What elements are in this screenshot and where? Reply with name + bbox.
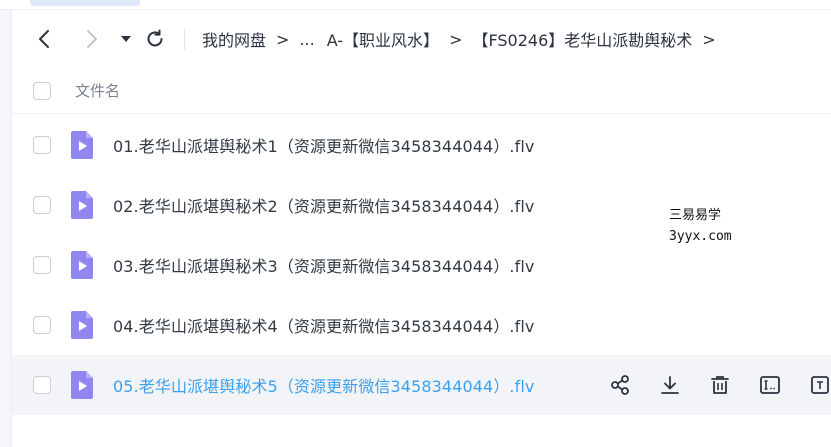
- file-row[interactable]: 01.老华山派堪舆秘术1（资源更新微信3458344044）.flv: [12, 115, 831, 175]
- row-checkbox[interactable]: [33, 256, 51, 274]
- video-file-icon: [71, 371, 93, 399]
- watermark-line-1: 三易易学: [669, 208, 722, 223]
- delete-icon: [711, 376, 729, 394]
- row-checkbox[interactable]: [33, 316, 51, 334]
- file-name[interactable]: 03.老华山派堪舆秘术3（资源更新微信3458344044）.flv: [113, 253, 534, 277]
- share-button[interactable]: [607, 372, 633, 398]
- file-row-hovered[interactable]: 05.老华山派堪舆秘术5（资源更新微信3458344044）.flv: [12, 355, 831, 415]
- breadcrumb-separator: >: [276, 29, 290, 49]
- file-name[interactable]: 02.老华山派堪舆秘术2（资源更新微信3458344044）.flv: [113, 193, 534, 217]
- watermark: 三易易学 3yyx.com: [669, 205, 732, 247]
- file-name[interactable]: 01.老华山派堪舆秘术1（资源更新微信3458344044）.flv: [113, 133, 534, 157]
- refresh-icon: [147, 29, 163, 47]
- more-button[interactable]: [807, 372, 831, 398]
- delete-button[interactable]: [707, 372, 733, 398]
- refresh-button[interactable]: [142, 26, 168, 52]
- row-checkbox[interactable]: [33, 196, 51, 214]
- file-name[interactable]: 05.老华山派堪舆秘术5（资源更新微信3458344044）.flv: [113, 373, 534, 397]
- forward-button[interactable]: [78, 26, 104, 52]
- navigation-bar: 我的网盘 > ... A-【职业风水】 > 【FS0246】老华山派勘舆秘术 >: [12, 10, 831, 68]
- file-list: 01.老华山派堪舆秘术1（资源更新微信3458344044）.flv 02.老华…: [12, 115, 831, 415]
- rename-icon: [760, 376, 780, 394]
- video-file-icon: [71, 131, 93, 159]
- video-file-icon: [71, 251, 93, 279]
- history-dropdown-button[interactable]: [116, 26, 142, 52]
- more-icon: [811, 376, 829, 394]
- window-top-strip: [0, 0, 831, 10]
- back-button[interactable]: [32, 26, 58, 52]
- tab-indicator: [30, 0, 140, 6]
- file-row[interactable]: 04.老华山派堪舆秘术4（资源更新微信3458344044）.flv: [12, 295, 831, 355]
- video-file-icon: [71, 191, 93, 219]
- file-list-header: 文件名: [12, 68, 831, 114]
- chevron-right-icon: [87, 30, 97, 48]
- file-name[interactable]: 04.老华山派堪舆秘术4（资源更新微信3458344044）.flv: [113, 313, 534, 337]
- sidebar-edge: [0, 10, 12, 447]
- breadcrumb-item-ellipsis[interactable]: ...: [299, 30, 314, 49]
- caret-down-icon: [121, 36, 131, 42]
- breadcrumb-separator: >: [702, 29, 716, 49]
- breadcrumb-item-folder[interactable]: A-【职业风水】: [327, 27, 439, 51]
- rename-button[interactable]: [757, 372, 783, 398]
- row-checkbox[interactable]: [33, 136, 51, 154]
- download-button[interactable]: [657, 372, 683, 398]
- row-checkbox[interactable]: [33, 376, 51, 394]
- row-action-bar: [607, 372, 831, 398]
- breadcrumb-item-root[interactable]: 我的网盘: [202, 27, 266, 51]
- toolbar-divider: [184, 29, 185, 50]
- download-icon: [661, 376, 679, 394]
- breadcrumb-item-current[interactable]: 【FS0246】老华山派勘舆秘术: [472, 27, 692, 51]
- share-icon: [611, 375, 629, 395]
- chevron-left-icon: [39, 30, 49, 48]
- select-all-checkbox[interactable]: [33, 82, 51, 100]
- video-file-icon: [71, 311, 93, 339]
- column-header-filename[interactable]: 文件名: [75, 80, 120, 101]
- watermark-line-2: 3yyx.com: [669, 229, 732, 244]
- breadcrumb-separator: >: [449, 29, 463, 49]
- breadcrumb: 我的网盘 > ... A-【职业风水】 > 【FS0246】老华山派勘舆秘术 >: [202, 27, 726, 51]
